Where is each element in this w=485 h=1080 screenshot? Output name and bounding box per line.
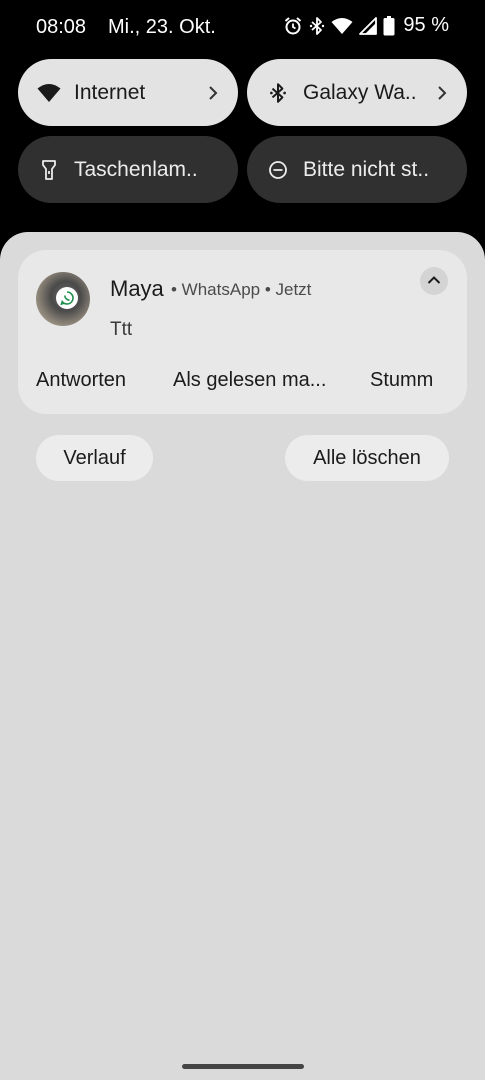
gesture-nav-handle[interactable] — [182, 1064, 304, 1069]
notification-shade-screen: 08:08 Mi., 23. Okt. 95 % Internet Galaxy… — [0, 0, 485, 1080]
wifi-icon — [36, 80, 62, 106]
collapse-button[interactable] — [420, 267, 448, 295]
reply-button[interactable]: Antworten — [36, 369, 126, 392]
tile-internet[interactable]: Internet — [18, 59, 238, 126]
bluetooth-icon — [265, 80, 291, 106]
bluetooth-icon — [309, 16, 325, 36]
notification-meta: • WhatsApp • Jetzt — [171, 280, 312, 299]
battery-icon — [383, 15, 395, 36]
status-icons: 95 % — [283, 14, 449, 37]
chevron-right-icon[interactable] — [204, 85, 222, 100]
status-time: 08:08 — [36, 16, 87, 38]
whatsapp-icon — [56, 287, 78, 309]
signal-icon — [359, 16, 378, 35]
history-button[interactable]: Verlauf — [36, 435, 153, 481]
notification-message: Ttt — [110, 319, 133, 340]
tile-flashlight[interactable]: Taschenlam.. — [18, 136, 238, 203]
wifi-icon — [331, 17, 353, 35]
tile-bluetooth[interactable]: Galaxy Wa.. — [247, 59, 467, 126]
mute-button[interactable]: Stumm — [370, 369, 433, 392]
tile-flashlight-label: Taschenlam.. — [74, 157, 198, 181]
battery-percent: 95 % — [403, 14, 449, 36]
mark-as-read-button[interactable]: Als gelesen ma... — [173, 369, 326, 392]
notification-sender: Maya — [110, 276, 164, 301]
clear-all-button[interactable]: Alle löschen — [285, 435, 449, 481]
tile-internet-label: Internet — [74, 80, 146, 104]
do-not-disturb-icon — [265, 157, 291, 183]
history-button-label: Verlauf — [63, 446, 126, 469]
status-bar: 08:08 Mi., 23. Okt. 95 % — [0, 0, 485, 54]
tile-do-not-disturb[interactable]: Bitte nicht st.. — [247, 136, 467, 203]
chevron-right-icon[interactable] — [433, 85, 451, 100]
notification-card[interactable]: Maya • WhatsApp • Jetzt Ttt Antworten Al… — [18, 250, 467, 414]
chevron-up-icon — [427, 272, 441, 290]
clear-all-button-label: Alle löschen — [313, 446, 421, 469]
status-date: Mi., 23. Okt. — [108, 16, 216, 38]
alarm-icon — [283, 16, 303, 36]
tile-do-not-disturb-label: Bitte nicht st.. — [303, 157, 430, 181]
tile-bluetooth-label: Galaxy Wa.. — [303, 80, 417, 104]
flashlight-icon — [36, 157, 62, 183]
